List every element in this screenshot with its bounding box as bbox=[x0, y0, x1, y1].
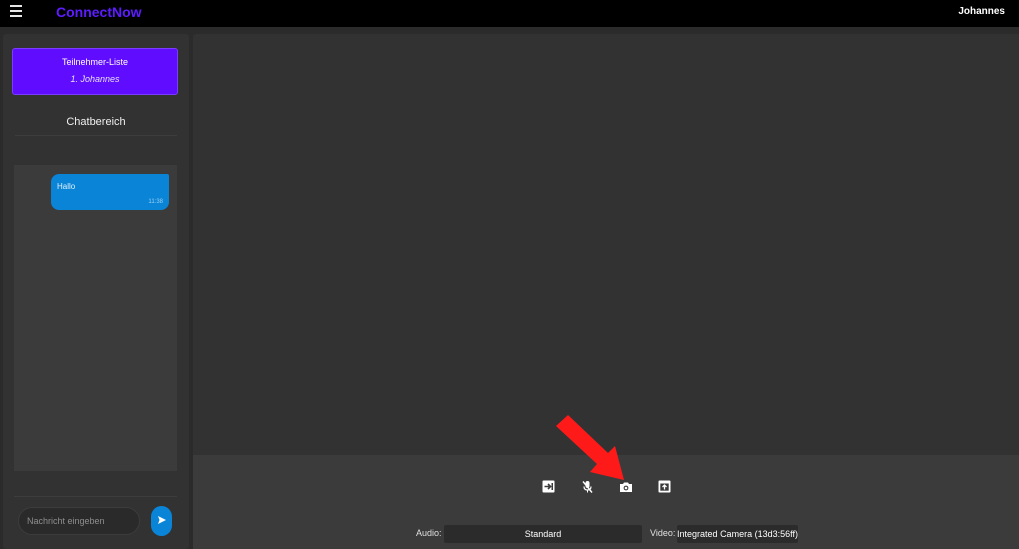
exit-icon bbox=[542, 480, 555, 493]
audio-label: Audio: bbox=[416, 528, 442, 538]
top-bar: ConnectNow Johannes bbox=[0, 0, 1019, 27]
participant-list-title: Teilnehmer-Liste bbox=[61, 57, 129, 67]
divider bbox=[14, 496, 177, 497]
sidebar: Teilnehmer-Liste 1. Johannes Chatbereich… bbox=[3, 34, 189, 549]
menu-icon[interactable] bbox=[10, 5, 22, 17]
video-device-select[interactable]: Integrated Camera (13d3:56ff) bbox=[677, 525, 798, 543]
microphone-off-icon bbox=[581, 480, 594, 494]
divider bbox=[15, 135, 177, 136]
camera-icon bbox=[619, 481, 633, 493]
chat-message: Hallo 11:38 bbox=[51, 174, 169, 210]
video-area bbox=[193, 34, 1019, 455]
participant-item: 1. Johannes bbox=[70, 74, 120, 84]
message-input[interactable] bbox=[18, 507, 140, 535]
app-brand: ConnectNow bbox=[56, 4, 142, 20]
chat-message-text: Hallo bbox=[57, 182, 76, 191]
chat-message-time: 11:38 bbox=[148, 199, 163, 205]
share-screen-button[interactable] bbox=[656, 478, 673, 495]
send-button[interactable] bbox=[151, 506, 172, 536]
participant-list: Teilnehmer-Liste 1. Johannes bbox=[12, 48, 178, 95]
snapshot-button[interactable] bbox=[617, 478, 634, 495]
send-icon bbox=[157, 512, 167, 530]
leave-button[interactable] bbox=[540, 478, 557, 495]
mute-button[interactable] bbox=[579, 478, 596, 495]
audio-device-select[interactable]: Standard bbox=[444, 525, 642, 543]
chat-title: Chatbereich bbox=[66, 116, 126, 128]
video-label: Video: bbox=[650, 528, 676, 538]
screen-share-icon bbox=[658, 480, 671, 493]
chat-messages-area: Hallo 11:38 bbox=[14, 165, 177, 471]
current-user-name: Johannes bbox=[958, 6, 1005, 17]
